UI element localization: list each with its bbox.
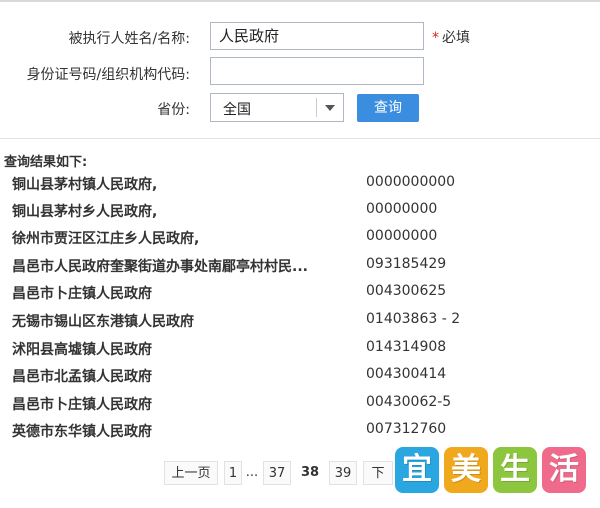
required-text: 必填 [442, 30, 470, 46]
result-code: 093185429 [366, 256, 447, 272]
result-row[interactable]: 沭阳县高墟镇人民政府 014314908 [0, 337, 600, 365]
divider [0, 138, 600, 139]
pager-ellipsis: ... [245, 465, 259, 480]
current-page: 38 [300, 465, 320, 480]
result-row[interactable]: 昌邑市北孟镇人民政府 004300414 [0, 364, 600, 392]
result-name[interactable]: 徐州市贾汪区江庄乡人民政府, [12, 228, 199, 248]
watermark-char: 宜 [395, 447, 439, 493]
result-code: 014314908 [366, 339, 447, 355]
result-row[interactable]: 铜山县茅村镇人民政府, 0000000000 [0, 172, 600, 200]
page-37-button[interactable]: 37 [263, 461, 291, 485]
result-code: 004300414 [366, 366, 447, 382]
result-row[interactable]: 昌邑市卜庄镇人民政府 00430062-5 [0, 392, 600, 420]
result-row[interactable]: 无锡市锡山区东港镇人民政府 01403863 - 2 [0, 309, 600, 337]
result-code: 004300625 [366, 283, 447, 299]
province-select[interactable]: 全国 [210, 93, 344, 122]
result-code: 007312760 [366, 421, 447, 437]
result-name[interactable]: 昌邑市卜庄镇人民政府 [12, 283, 152, 303]
result-row[interactable]: 铜山县茅村乡人民政府, 00000000 [0, 199, 600, 227]
result-name[interactable]: 昌邑市人民政府奎聚街道办事处南郿亭村村民... [12, 256, 308, 276]
results-title: 查询结果如下: [4, 155, 88, 170]
select-separator [316, 98, 317, 117]
result-name[interactable]: 沭阳县高墟镇人民政府 [12, 339, 152, 359]
result-code: 00000000 [366, 228, 438, 244]
name-label: 被执行人姓名/名称: [68, 31, 190, 47]
result-row[interactable]: 昌邑市人民政府奎聚街道办事处南郿亭村村民... 093185429 [0, 254, 600, 282]
result-name[interactable]: 铜山县茅村乡人民政府, [12, 201, 157, 221]
result-code: 00000000 [366, 201, 438, 217]
watermark-logo: 宜 美 生 活 [395, 447, 587, 497]
result-code: 00430062-5 [366, 394, 452, 410]
top-border [0, 0, 600, 2]
page-39-button[interactable]: 39 [329, 461, 357, 485]
result-code: 01403863 - 2 [366, 311, 461, 327]
id-input[interactable] [210, 57, 424, 85]
result-name[interactable]: 英德市东华镇人民政府 [12, 421, 152, 441]
province-label: 省份: [157, 102, 190, 118]
result-row[interactable]: 英德市东华镇人民政府 007312760 [0, 419, 600, 447]
name-input[interactable]: 人民政府 [210, 22, 424, 50]
province-value: 全国 [223, 102, 251, 118]
result-name[interactable]: 无锡市锡山区东港镇人民政府 [12, 311, 194, 331]
next-page-button[interactable]: 下 [363, 461, 393, 485]
watermark-char: 活 [542, 447, 586, 493]
required-star: * [432, 30, 439, 46]
result-code: 0000000000 [366, 174, 456, 190]
result-name[interactable]: 昌邑市北孟镇人民政府 [12, 366, 152, 386]
result-name[interactable]: 铜山县茅村镇人民政府, [12, 174, 157, 194]
id-label: 身份证号码/组织机构代码: [26, 67, 190, 83]
required-note: * 必填 [432, 27, 470, 47]
result-row[interactable]: 昌邑市卜庄镇人民政府 004300625 [0, 281, 600, 309]
query-button[interactable]: 查询 [357, 94, 419, 122]
result-row[interactable]: 徐州市贾汪区江庄乡人民政府, 00000000 [0, 226, 600, 254]
page-1-button[interactable]: 1 [224, 461, 242, 485]
chevron-down-icon[interactable] [325, 105, 335, 111]
prev-page-button[interactable]: 上一页 [164, 461, 218, 485]
watermark-char: 生 [493, 447, 537, 493]
result-name[interactable]: 昌邑市卜庄镇人民政府 [12, 394, 152, 414]
watermark-char: 美 [444, 447, 488, 493]
